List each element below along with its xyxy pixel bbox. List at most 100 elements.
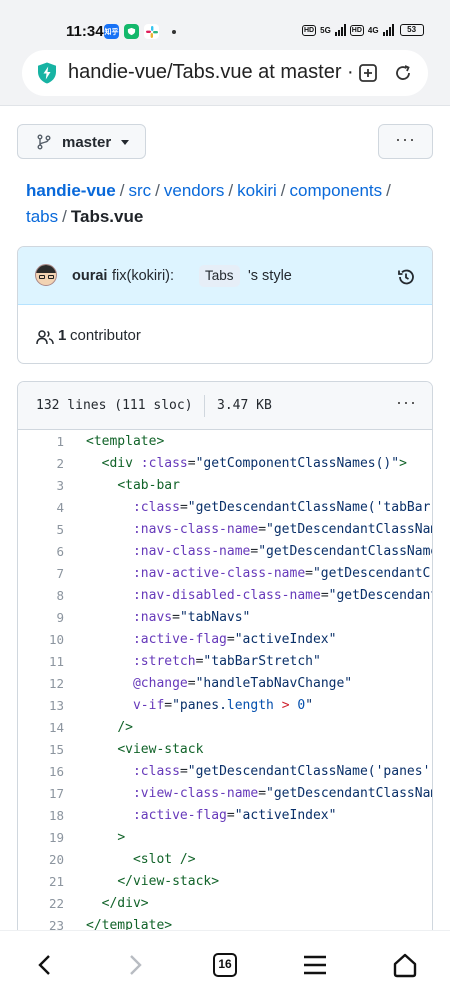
file-size: 3.47 KB bbox=[217, 398, 272, 413]
code-token: :stretch bbox=[132, 654, 196, 669]
code-line: 22 </div> bbox=[18, 893, 432, 915]
code-text: :view-class-name="getDescendantClassNam bbox=[86, 783, 432, 805]
line-number[interactable]: 14 bbox=[18, 717, 64, 739]
more-options-button[interactable]: ··· bbox=[378, 124, 433, 159]
contributors-label[interactable]: contributor bbox=[70, 327, 141, 344]
line-number[interactable]: 21 bbox=[18, 871, 64, 893]
line-number[interactable]: 6 bbox=[18, 541, 64, 563]
code-token: :nav-disabled-class-name bbox=[132, 588, 321, 603]
code-token: :view-class-name bbox=[132, 786, 259, 801]
url-text[interactable]: handie-vue/Tabs.vue at master · ourai/ha… bbox=[68, 61, 356, 84]
zhihu-app-icon: 知乎 bbox=[104, 24, 119, 39]
code-line: 8 :nav-disabled-class-name="getDescendan… bbox=[18, 585, 432, 607]
line-number[interactable]: 4 bbox=[18, 497, 64, 519]
code-token: = bbox=[226, 632, 235, 647]
breadcrumb-link-kokiri[interactable]: kokiri bbox=[237, 181, 277, 200]
branch-selector-button[interactable]: master bbox=[17, 124, 146, 159]
line-number[interactable]: 17 bbox=[18, 783, 64, 805]
tabs-button[interactable]: 16 bbox=[209, 949, 241, 981]
shield-app-icon bbox=[124, 24, 139, 39]
code-text: :active-flag="activeIndex" bbox=[86, 805, 337, 827]
forward-button[interactable] bbox=[119, 949, 151, 981]
history-icon[interactable] bbox=[396, 267, 416, 287]
code-token: "getDescendantClassName('panes' bbox=[187, 764, 431, 779]
avatar[interactable] bbox=[35, 264, 57, 286]
code-token: :active-flag bbox=[132, 632, 227, 647]
line-number[interactable]: 13 bbox=[18, 695, 64, 717]
commit-author-link[interactable]: ourai bbox=[72, 268, 107, 284]
breadcrumb-repo-link[interactable]: handie-vue bbox=[26, 181, 116, 200]
file-line-count: 132 lines (111 sloc) bbox=[36, 398, 193, 413]
code-text: </view-stack> bbox=[86, 871, 219, 893]
file-more-options-button[interactable]: ··· bbox=[396, 392, 417, 413]
code-line: 1 <template> bbox=[18, 431, 432, 453]
code-text: v-if="panes.length > 0" bbox=[86, 695, 313, 717]
breadcrumb-separator: / bbox=[280, 181, 286, 200]
code-line: 7 :nav-active-class-name="getDescendantC bbox=[18, 563, 432, 585]
code-line: 10 :active-flag="activeIndex" bbox=[18, 629, 432, 651]
contributors-count[interactable]: 1 bbox=[58, 327, 66, 344]
home-button[interactable] bbox=[389, 949, 421, 981]
line-number[interactable]: 11 bbox=[18, 651, 64, 673]
line-number[interactable]: 18 bbox=[18, 805, 64, 827]
code-text: :nav-class-name="getDescendantClassName bbox=[86, 541, 432, 563]
code-text: :nav-disabled-class-name="getDescendant bbox=[86, 585, 432, 607]
commit-message-code[interactable]: Tabs bbox=[199, 265, 240, 287]
line-number[interactable]: 9 bbox=[18, 607, 64, 629]
code-line: 4 :class="getDescendantClassName('tabBar bbox=[18, 497, 432, 519]
line-number[interactable]: 2 bbox=[18, 453, 64, 475]
code-token: = bbox=[320, 588, 329, 603]
breadcrumb-link-vendors[interactable]: vendors bbox=[164, 181, 224, 200]
bookmark-add-icon[interactable] bbox=[358, 63, 378, 83]
breadcrumb-link-tabs[interactable]: tabs bbox=[26, 207, 58, 226]
line-number[interactable]: 5 bbox=[18, 519, 64, 541]
code-token: :navs-class-name bbox=[132, 522, 259, 537]
address-bar[interactable]: handie-vue/Tabs.vue at master · ourai/ha… bbox=[22, 50, 428, 96]
code-token: = bbox=[187, 456, 196, 471]
network-label-2: 4G bbox=[367, 25, 379, 35]
code-token: "getComponentClassNames()" bbox=[195, 456, 400, 471]
code-token: "tabNavs" bbox=[179, 610, 251, 625]
line-number[interactable]: 12 bbox=[18, 673, 64, 695]
caret-down-icon bbox=[121, 140, 129, 145]
code-line: 13 v-if="panes.length > 0" bbox=[18, 695, 432, 717]
line-number[interactable]: 16 bbox=[18, 761, 64, 783]
menu-button[interactable] bbox=[299, 949, 331, 981]
commit-message-suffix[interactable]: 's style bbox=[248, 268, 292, 284]
hd-badge-2: HD bbox=[349, 24, 364, 36]
back-button[interactable] bbox=[29, 949, 61, 981]
code-text: <template> bbox=[86, 431, 164, 453]
code-line: 21 </view-stack> bbox=[18, 871, 432, 893]
breadcrumb-link-src[interactable]: src bbox=[128, 181, 151, 200]
line-number[interactable]: 7 bbox=[18, 563, 64, 585]
code-token: = bbox=[172, 610, 180, 625]
line-number[interactable]: 20 bbox=[18, 849, 64, 871]
line-number[interactable]: 8 bbox=[18, 585, 64, 607]
code-line: 5 :navs-class-name="getDescendantClassNa… bbox=[18, 519, 432, 541]
battery-icon: 53 bbox=[399, 24, 424, 36]
line-number[interactable]: 10 bbox=[18, 629, 64, 651]
breadcrumb-link-components[interactable]: components bbox=[290, 181, 383, 200]
line-number[interactable]: 3 bbox=[18, 475, 64, 497]
line-number[interactable]: 15 bbox=[18, 739, 64, 761]
code-token: <slot /> bbox=[132, 852, 196, 867]
line-number[interactable]: 1 bbox=[18, 431, 64, 453]
code-token: v-if bbox=[132, 698, 165, 713]
line-number[interactable]: 22 bbox=[18, 893, 64, 915]
refresh-icon[interactable] bbox=[393, 63, 413, 83]
line-number[interactable]: 19 bbox=[18, 827, 64, 849]
commit-message-prefix[interactable]: fix(kokiri): bbox=[112, 268, 174, 284]
breadcrumb-separator: / bbox=[62, 207, 67, 226]
hd-badge-1: HD bbox=[302, 24, 317, 36]
code-text: </div> bbox=[86, 893, 149, 915]
chevron-left-icon bbox=[38, 955, 50, 975]
chevron-right-icon bbox=[130, 955, 142, 975]
code-token: :class bbox=[140, 456, 188, 471]
people-icon bbox=[36, 330, 54, 345]
